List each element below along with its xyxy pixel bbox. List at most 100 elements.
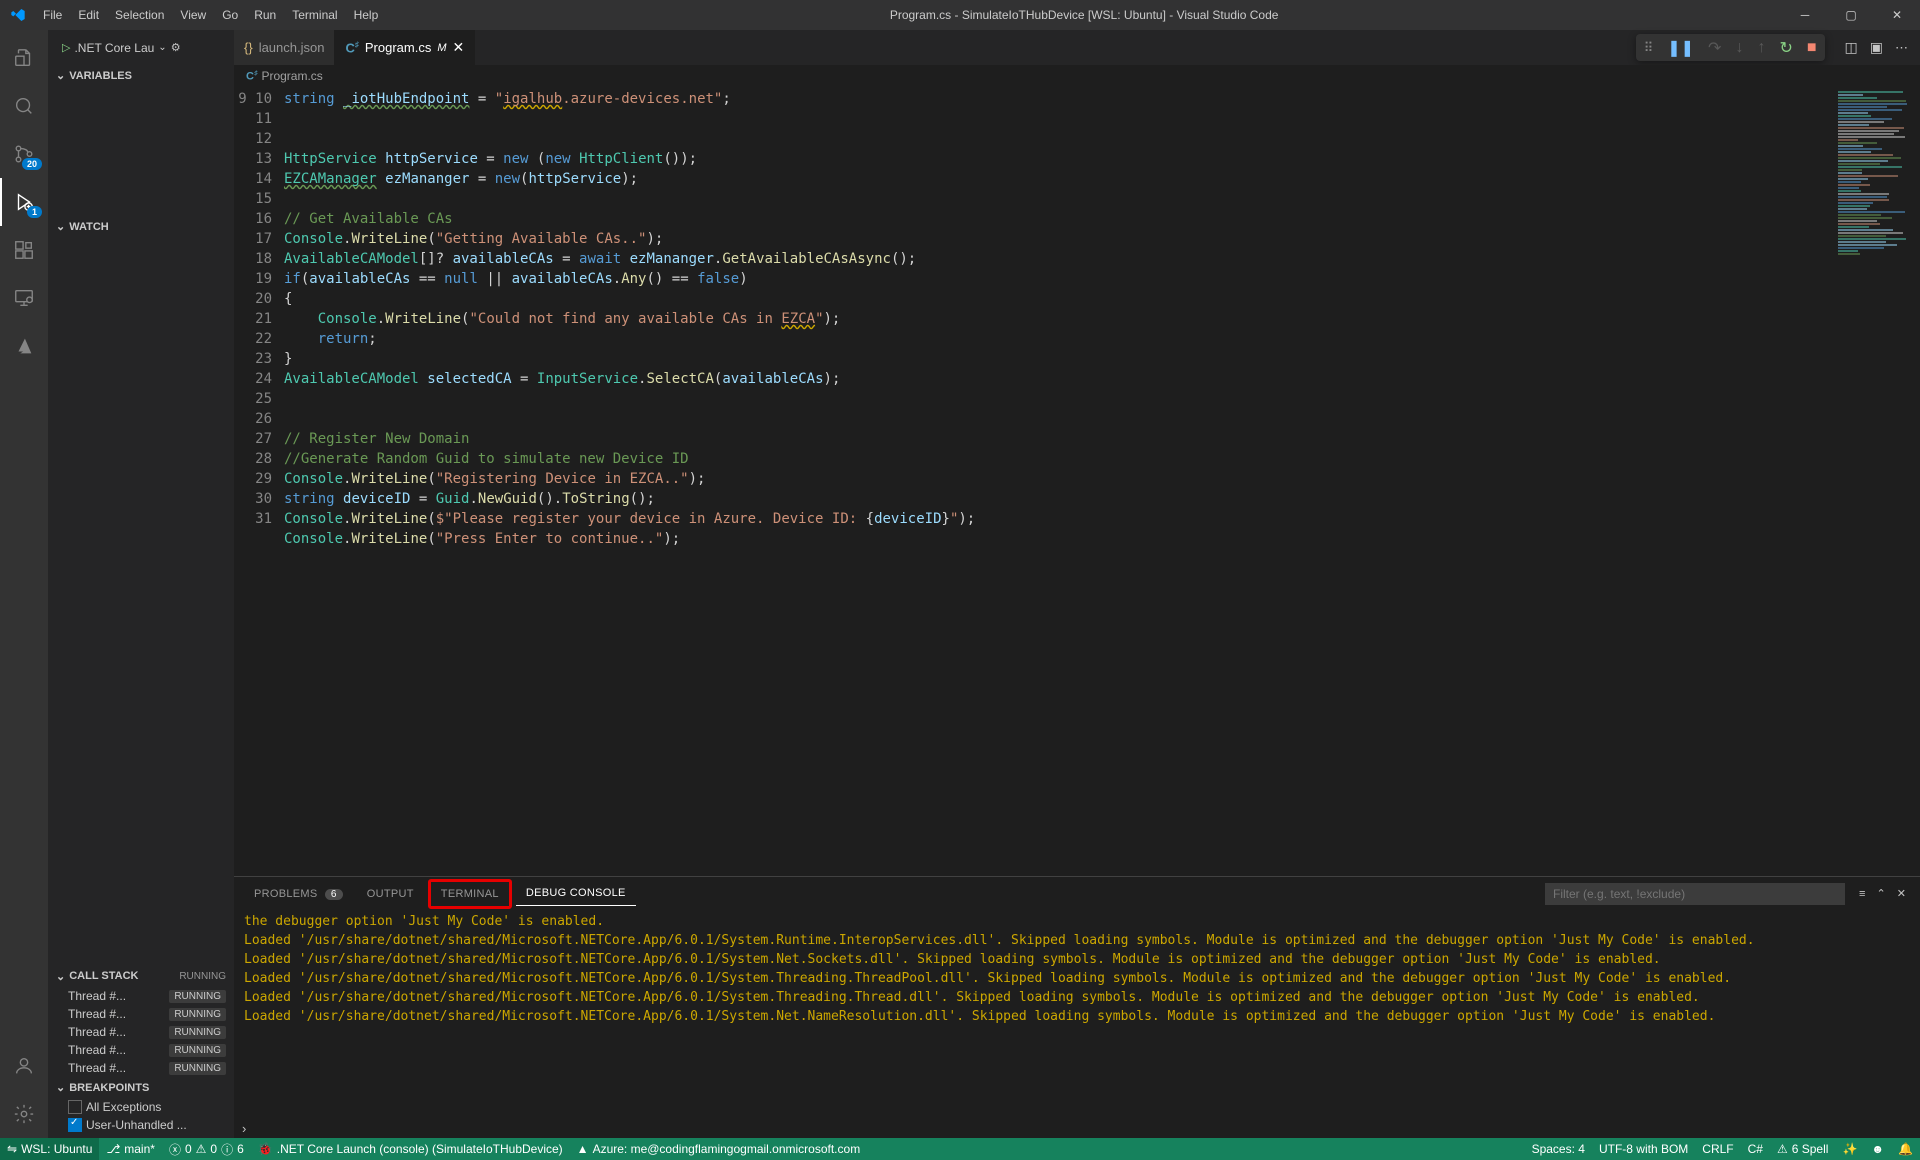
status-encoding[interactable]: UTF-8 with BOM [1592,1138,1695,1160]
start-debug-icon[interactable]: ▷ [62,41,70,54]
menu-run[interactable]: Run [246,0,284,30]
window-close-button[interactable]: ✕ [1874,0,1920,30]
run-debug-icon[interactable]: 1 [0,178,48,226]
activity-bar: 20 1 [0,30,48,1138]
thread-row[interactable]: Thread #...RUNNING [48,987,234,1005]
scm-badge: 20 [22,158,42,170]
error-icon: ⓧ [169,1141,181,1158]
step-into-icon[interactable]: ↓ [1735,39,1743,57]
thread-row[interactable]: Thread #...RUNNING [48,1023,234,1041]
remote-icon: ⇋ [7,1142,17,1156]
panel-tab-problems[interactable]: PROBLEMS 6 [244,882,353,906]
window-minimize-button[interactable]: ─ [1782,0,1828,30]
drag-handle-icon[interactable]: ⠿ [1644,40,1654,56]
chevron-down-icon: ⌄ [56,1081,65,1094]
menu-go[interactable]: Go [214,0,246,30]
pause-icon[interactable]: ❚❚ [1667,38,1694,58]
status-eol[interactable]: CRLF [1695,1138,1740,1160]
editor-tab-bar: {} launch.json C♯ Program.cs M ✕ ⠿ ❚❚ ↷ … [234,30,1920,65]
repl-chevron-icon[interactable]: › [242,1121,246,1136]
variables-section[interactable]: ⌄VARIABLES [48,65,234,86]
bottom-panel: PROBLEMS 6 OUTPUT TERMINAL DEBUG CONSOLE… [234,876,1920,1138]
menu-view[interactable]: View [172,0,214,30]
debug-console-output[interactable]: the debugger option 'Just My Code' is en… [234,910,1920,1118]
status-spaces[interactable]: Spaces: 4 [1525,1138,1592,1160]
step-over-icon[interactable]: ↷ [1708,38,1721,58]
breakpoint-row[interactable]: User-Unhandled ... [48,1116,234,1134]
chevron-down-icon: ⌄ [56,220,65,233]
chevron-down-icon: ⌄ [56,69,65,82]
search-icon[interactable] [0,82,48,130]
checkbox-icon[interactable] [68,1100,82,1114]
csharp-file-icon: C♯ [246,70,257,83]
status-language[interactable]: C# [1741,1138,1770,1160]
stop-icon[interactable]: ■ [1807,39,1817,57]
callstack-section[interactable]: ⌄CALL STACK RUNNING [48,966,234,987]
status-spell[interactable]: ⚠6 Spell [1770,1138,1835,1160]
menu-selection[interactable]: Selection [107,0,172,30]
more-actions-icon[interactable]: ⋯ [1895,40,1908,56]
status-bell-icon[interactable]: 🔔 [1891,1138,1920,1160]
window-title: Program.cs - SimulateIoTHubDevice [WSL: … [386,8,1782,22]
window-maximize-button[interactable]: ▢ [1828,0,1874,30]
status-azure[interactable]: ▲ Azure: me@codingflamingogmail.onmicros… [570,1138,868,1160]
panel-close-icon[interactable]: ✕ [1893,888,1910,900]
menu-file[interactable]: File [35,0,70,30]
panel-tab-output[interactable]: OUTPUT [357,882,424,906]
status-debug-config[interactable]: 🐞 .NET Core Launch (console) (SimulateIo… [251,1138,570,1160]
split-editor-icon[interactable]: ◫ [1845,39,1858,56]
warning-icon: ⚠ [1777,1142,1788,1156]
debug-badge: 1 [27,206,42,218]
extensions-icon[interactable] [0,226,48,274]
step-out-icon[interactable]: ↑ [1757,39,1765,57]
menu-help[interactable]: Help [346,0,387,30]
azure-icon: ▲ [577,1142,589,1156]
breakpoints-section[interactable]: ⌄BREAKPOINTS [48,1077,234,1098]
status-prettier-icon[interactable]: ✨ [1835,1138,1864,1160]
json-file-icon: {} [244,40,253,55]
breakpoint-row[interactable]: All Exceptions [48,1098,234,1116]
menu-edit[interactable]: Edit [70,0,107,30]
chevron-down-icon[interactable]: ⌄ [158,42,166,53]
status-bar: ⇋ WSL: Ubuntu ⎇ main* ⓧ0 ⚠0 ⓘ6 🐞 .NET Co… [0,1138,1920,1160]
explorer-icon[interactable] [0,34,48,82]
panel-tab-debug-console[interactable]: DEBUG CONSOLE [516,881,636,906]
minimap[interactable] [1832,87,1920,876]
panel-tab-terminal[interactable]: TERMINAL [428,879,512,909]
thread-row[interactable]: Thread #...RUNNING [48,1041,234,1059]
vscode-logo-icon [0,7,35,23]
panel-maximize-icon[interactable]: ⌃ [1873,888,1890,900]
tab-launch-json[interactable]: {} launch.json [234,30,335,65]
menu-terminal[interactable]: Terminal [284,0,345,30]
tab-program-cs[interactable]: C♯ Program.cs M ✕ [335,30,475,65]
status-problems[interactable]: ⓧ0 ⚠0 ⓘ6 [162,1138,251,1160]
csharp-file-icon: C♯ [345,40,358,55]
debug-toolbar: ⠿ ❚❚ ↷ ↓ ↑ ↻ ■ [1636,34,1825,61]
breadcrumb[interactable]: C♯ Program.cs [234,65,1920,87]
close-tab-icon[interactable]: ✕ [453,39,465,56]
accounts-icon[interactable] [0,1042,48,1090]
checkbox-icon[interactable] [68,1118,82,1132]
status-feedback-icon[interactable]: ☻ [1864,1138,1891,1160]
filter-settings-icon[interactable]: ≡ [1855,888,1869,900]
code-editor[interactable]: 9 10 11 12 13 14 15 16 17 18 19 20 21 22… [234,87,1920,876]
info-icon: ⓘ [221,1141,233,1158]
restart-icon[interactable]: ↻ [1779,38,1792,58]
thread-row[interactable]: Thread #...RUNNING [48,1005,234,1023]
warning-icon: ⚠ [196,1142,207,1156]
titlebar: FileEditSelectionViewGoRunTerminalHelp P… [0,0,1920,30]
settings-icon[interactable]: ⚙ [171,41,181,54]
panel-filter-input[interactable] [1545,883,1845,905]
watch-section[interactable]: ⌄WATCH [48,216,234,237]
toggle-panel-icon[interactable]: ▣ [1870,39,1883,56]
azure-icon[interactable] [0,322,48,370]
debug-icon: 🐞 [258,1142,273,1156]
remote-explorer-icon[interactable] [0,274,48,322]
debug-config-dropdown[interactable]: .NET Core Lau [74,41,154,55]
thread-row[interactable]: Thread #...RUNNING [48,1059,234,1077]
git-branch[interactable]: ⎇ main* [99,1138,162,1160]
debug-sidebar: ▷ .NET Core Lau ⌄ ⚙ ⌄VARIABLES ⌄WATCH ⌄C… [48,30,234,1138]
remote-indicator[interactable]: ⇋ WSL: Ubuntu [0,1138,99,1160]
settings-gear-icon[interactable] [0,1090,48,1138]
source-control-icon[interactable]: 20 [0,130,48,178]
